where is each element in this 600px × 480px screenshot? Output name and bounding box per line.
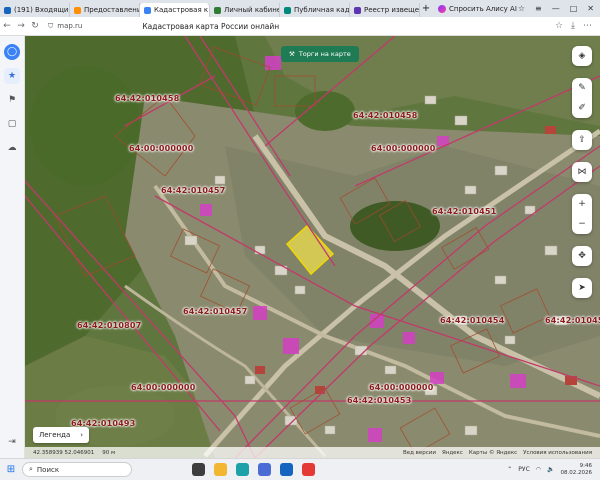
bookmark-star-icon[interactable]: ☆ <box>555 21 563 31</box>
cadastral-label[interactable]: 64:00:000000 <box>371 144 435 153</box>
chevron-right-icon: › <box>80 431 84 439</box>
cloud-upload-icon[interactable]: ⇪ <box>572 130 592 150</box>
tab-provision[interactable]: Предоставление <box>70 3 140 17</box>
cadastral-label[interactable]: 64:42:010457 <box>183 307 247 316</box>
move-icon[interactable]: ✥ <box>572 246 592 266</box>
tab-inbox[interactable]: (191) Входящие <box>0 3 70 17</box>
cadastral-label[interactable]: 64:42:010457 <box>161 186 225 195</box>
upload-tool-group: ⇪ <box>572 130 592 150</box>
tab-personal-account[interactable]: Личный кабинет <box>210 3 280 17</box>
address-actions: ☆ ⤓ ⋯ <box>555 21 600 31</box>
attribution: Вед версии <box>402 449 436 456</box>
site-icon <box>284 6 291 14</box>
cadastral-label[interactable]: 64:42:010807 <box>77 321 141 330</box>
taskbar: ⊞ ⌕ Поиск ⌃ РУС ◠ 🔈 9:46 08.02.2026 <box>0 458 600 480</box>
cadastral-label[interactable]: 64:42:010453 <box>347 396 411 405</box>
legend-button[interactable]: Легенда › <box>33 427 90 443</box>
tab-public-cadastral[interactable]: Публичная када <box>280 3 350 17</box>
alice-icon <box>438 4 446 13</box>
page-title: Кадастровая карта России онлайн <box>142 21 280 31</box>
tab-cadastral-map[interactable]: Кадастровая к <box>140 3 210 17</box>
browser-sidebar: ◯ ★ ⚑ ▢ ☁ ⇥ <box>0 36 25 458</box>
auctions-on-map-button[interactable]: ⚒ Торги на карте <box>281 46 359 62</box>
cadastral-label[interactable]: 64:42:010458 <box>353 111 417 120</box>
cadastral-label[interactable]: 64:42:010454 <box>545 316 600 325</box>
back-icon[interactable]: ← <box>0 21 14 31</box>
share-tool-group: ⋈ <box>572 162 592 182</box>
tab-notice-registry[interactable]: Реестр извещен <box>350 3 420 17</box>
locate-tool-group: ➤ <box>572 278 592 298</box>
hammer-icon: ⚒ <box>289 50 295 58</box>
explorer-icon[interactable] <box>214 463 227 476</box>
extensions-icon[interactable]: ⋯ <box>583 21 592 31</box>
zoom-in-icon[interactable]: + <box>572 194 592 214</box>
site-icon <box>74 6 81 14</box>
yandex-browser-icon[interactable] <box>302 463 315 476</box>
shield-icon: ⛉ <box>48 21 54 30</box>
map-site-icon <box>144 6 151 14</box>
satellite-map[interactable]: 64:42:010458 64:42:010458 64:00:000000 6… <box>25 36 600 458</box>
window-controls: ☆ ≡ — □ ✕ <box>518 4 600 13</box>
scale-bar: 90 м <box>102 449 116 456</box>
terms-link[interactable]: Условия использования <box>523 450 592 456</box>
layers-icon[interactable]: ◈ <box>572 46 592 66</box>
move-tool-group: ✥ <box>572 246 592 266</box>
coordinates-readout: 42.358939 52.046901 <box>33 449 95 456</box>
ask-alice-button[interactable]: Спросить Алису AI <box>438 4 517 13</box>
site-icon <box>354 6 361 14</box>
outlook-icon[interactable] <box>280 463 293 476</box>
edit-icon[interactable]: ✐ <box>572 98 592 118</box>
square-icon[interactable]: ▢ <box>4 116 20 132</box>
cloud-icon[interactable]: ☁ <box>4 140 20 156</box>
address-bar: ← → ↻ ⛉ map.ru Кадастровая карта России … <box>0 17 600 36</box>
wifi-icon[interactable]: ◠ <box>536 466 541 473</box>
windows-start-icon[interactable]: ⊞ <box>0 464 22 475</box>
map-imagery <box>25 36 600 458</box>
system-tray: ⌃ РУС ◠ 🔈 9:46 08.02.2026 <box>507 463 600 477</box>
edge-icon[interactable] <box>236 463 249 476</box>
cadastral-label[interactable]: 64:42:010458 <box>115 94 179 103</box>
exit-icon[interactable]: ⇥ <box>4 434 20 450</box>
draw-tool-group: ✎ ✐ <box>572 78 592 118</box>
flag-icon[interactable]: ⚑ <box>4 92 20 108</box>
download-icon[interactable]: ⤓ <box>571 21 575 31</box>
share-icon[interactable]: ⋈ <box>572 162 592 182</box>
locate-arrow-icon[interactable]: ➤ <box>572 278 592 298</box>
taskbar-search[interactable]: ⌕ Поиск <box>22 462 132 477</box>
site-icon <box>214 6 221 14</box>
url-field[interactable]: ⛉ map.ru <box>48 22 82 31</box>
task-view-icon[interactable] <box>192 463 205 476</box>
reload-icon[interactable]: ↻ <box>28 21 42 31</box>
forward-icon[interactable]: → <box>14 21 28 31</box>
language-indicator[interactable]: РУС <box>518 466 529 473</box>
yandex-logo: Яндекс <box>441 449 463 456</box>
browser-tab-bar: (191) Входящие Предоставление Кадастрова… <box>0 0 600 17</box>
alice-sidebar-icon[interactable]: ◯ <box>4 44 20 60</box>
map-copyright: Карты © Яндекс <box>468 449 518 456</box>
cadastral-label[interactable]: 64:00:000000 <box>131 383 195 392</box>
mail-icon <box>4 6 11 14</box>
layers-tool-group: ◈ <box>572 46 592 66</box>
volume-icon[interactable]: 🔈 <box>547 466 554 473</box>
cadastral-label[interactable]: 64:00:000000 <box>129 144 193 153</box>
favorites-icon[interactable]: ★ <box>4 68 20 84</box>
taskbar-apps <box>192 463 315 476</box>
zoom-tool-group: + − <box>572 194 592 234</box>
close-icon[interactable]: ✕ <box>587 4 594 13</box>
minimize-icon[interactable]: — <box>552 4 560 13</box>
cadastral-label[interactable]: 64:42:010454 <box>440 316 504 325</box>
zoom-out-icon[interactable]: − <box>572 214 592 234</box>
menu-icon[interactable]: ≡ <box>535 4 542 13</box>
chevron-up-icon[interactable]: ⌃ <box>507 466 512 473</box>
pencil-icon[interactable]: ✎ <box>572 78 592 98</box>
clock[interactable]: 9:46 08.02.2026 <box>561 463 593 477</box>
cadastral-label[interactable]: 64:00:000000 <box>369 383 433 392</box>
new-tab-button[interactable]: + <box>420 3 432 14</box>
maximize-icon[interactable]: □ <box>570 4 578 13</box>
cadastral-label[interactable]: 64:42:010451 <box>432 207 496 216</box>
store-icon[interactable] <box>258 463 271 476</box>
map-status-line: 42.358939 52.046901 90 м Вед версии Янде… <box>25 447 600 458</box>
bookmark-icon[interactable]: ☆ <box>518 4 525 13</box>
search-icon: ⌕ <box>29 465 33 473</box>
